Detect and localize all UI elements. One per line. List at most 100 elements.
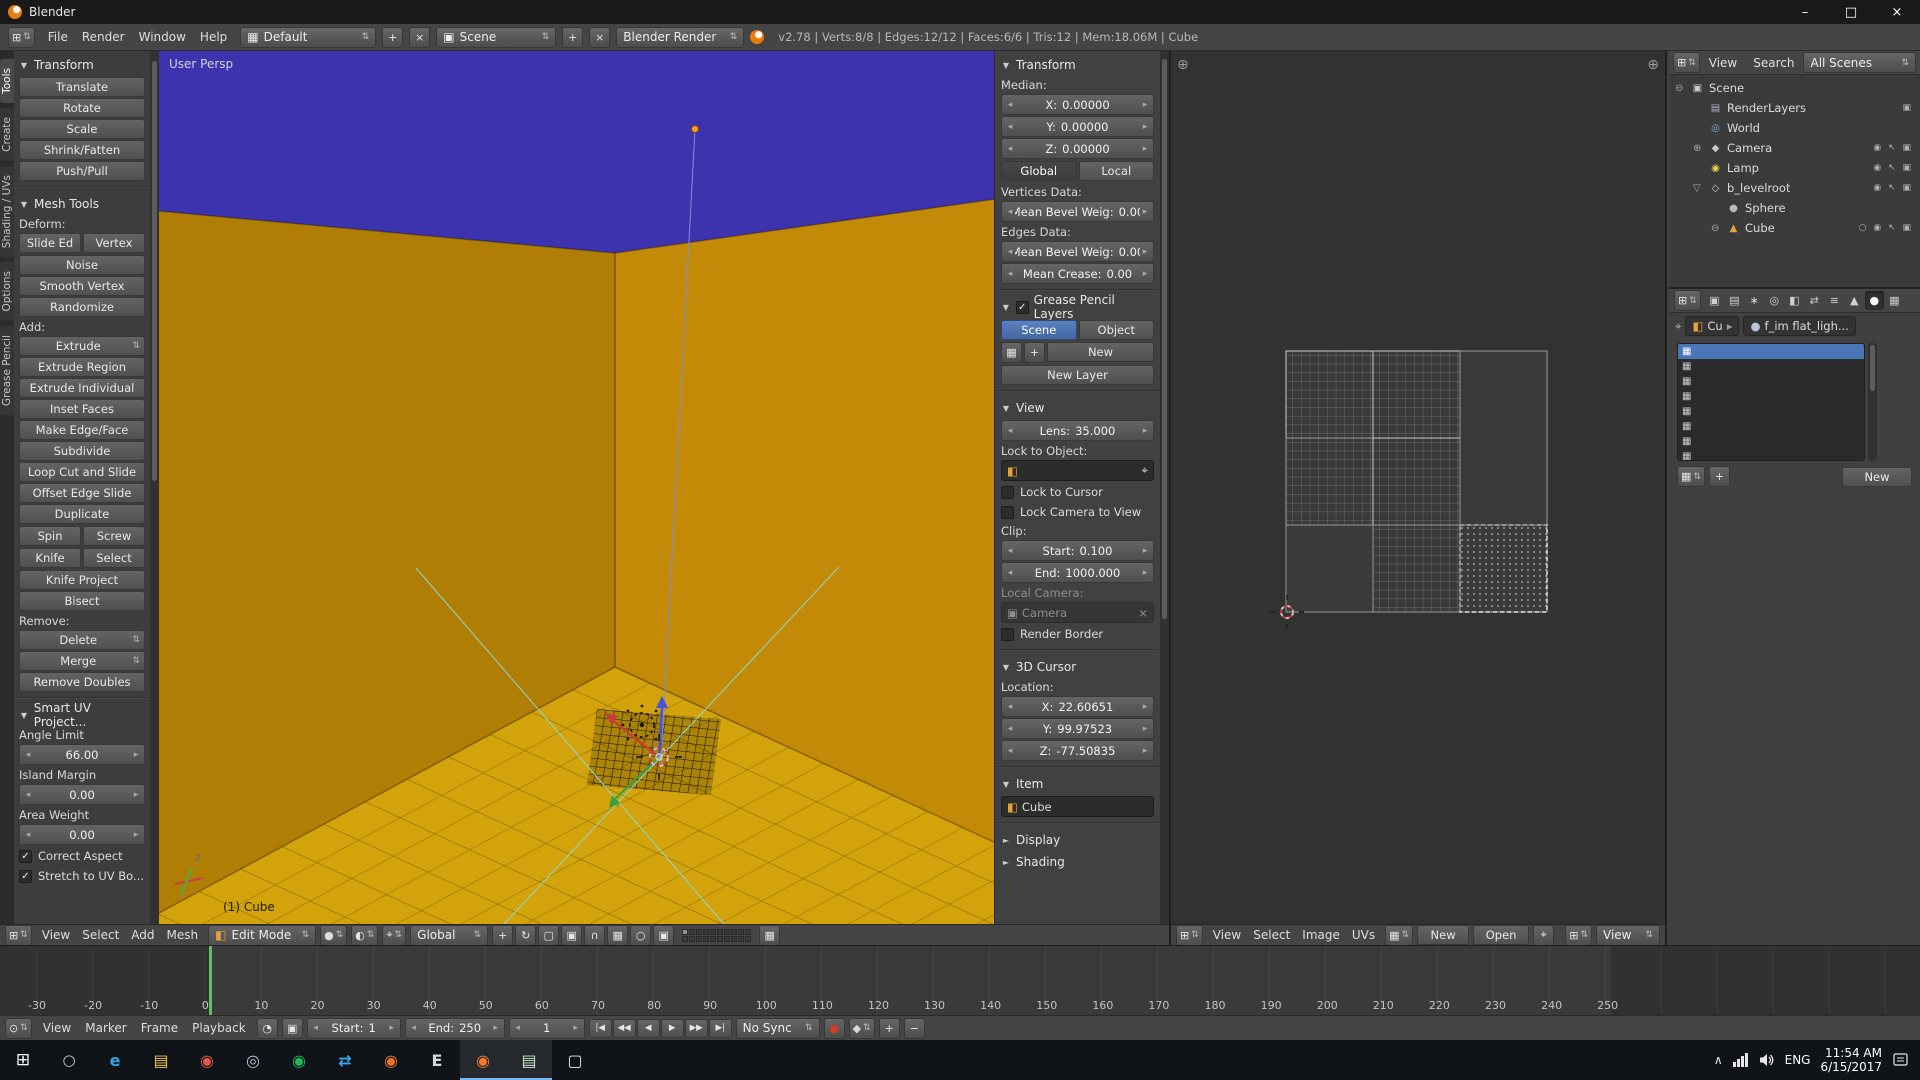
tool-button[interactable]: Randomize bbox=[19, 297, 145, 317]
play-reverse-button[interactable]: ◀ bbox=[637, 1019, 660, 1038]
viewport-menu-item[interactable]: Add bbox=[125, 925, 160, 945]
npanel-scrollbar[interactable] bbox=[1160, 51, 1169, 924]
tool-button[interactable]: Vertex bbox=[83, 233, 145, 253]
region-expand-icon[interactable]: ⊕ bbox=[1177, 57, 1189, 73]
operator-number-field[interactable]: ◂ 66.00 ▸ bbox=[19, 744, 145, 765]
timeline-menu-item[interactable]: Playback bbox=[185, 1017, 253, 1039]
new-material-button[interactable]: New bbox=[1842, 467, 1912, 487]
taskbar-blender-icon[interactable]: ◉ bbox=[460, 1040, 506, 1080]
material-slot[interactable]: ▦ bbox=[1678, 404, 1864, 419]
menubar-item[interactable]: File bbox=[41, 26, 75, 48]
material-slot[interactable]: ▦ bbox=[1678, 419, 1864, 434]
slot-list-scrollbar[interactable] bbox=[1868, 343, 1877, 461]
uv-canvas[interactable]: ⊕ ⊕ bbox=[1171, 51, 1665, 924]
manipulator-space-icon[interactable]: ▣ bbox=[561, 925, 582, 946]
outliner-row[interactable]: ▽ ◇ b_levelroot ◉ ↖ ▣ bbox=[1669, 178, 1920, 198]
material-browse-button[interactable]: ▦ ⇅ bbox=[1677, 466, 1705, 487]
toolshelf-tab[interactable]: Create bbox=[0, 108, 14, 161]
open-image-button[interactable]: Open bbox=[1473, 925, 1529, 945]
occlude-geometry-icon[interactable]: ▣ bbox=[653, 925, 674, 946]
tool-button[interactable]: Knife Project bbox=[19, 570, 145, 590]
expander-icon[interactable]: ⊖ bbox=[1711, 223, 1726, 234]
material-slot[interactable]: ▦ bbox=[1678, 449, 1864, 461]
new-layer-button[interactable]: New Layer bbox=[1001, 365, 1154, 385]
tool-button[interactable]: Smooth Vertex bbox=[19, 276, 145, 296]
transform-space-button[interactable]: Global bbox=[1001, 161, 1077, 181]
breadcrumb-material[interactable]: ● f_im flat_ligh... bbox=[1743, 316, 1855, 336]
close-button[interactable]: × bbox=[1874, 0, 1920, 24]
play-button[interactable]: ▶ bbox=[661, 1019, 684, 1038]
speaker-icon[interactable] bbox=[1759, 1053, 1775, 1067]
tool-menu-button[interactable]: Delete ⇅ bbox=[19, 630, 145, 650]
edge-data-field[interactable]: ◂ Mean Crease:0.00 ▸ bbox=[1001, 263, 1154, 284]
median-number-field[interactable]: ◂ Z:0.00000 ▸ bbox=[1001, 138, 1154, 159]
grease-pencil-checkbox[interactable]: ✓ bbox=[1016, 301, 1029, 314]
outliner-row[interactable]: ◎ World bbox=[1669, 118, 1920, 138]
add-slot-button[interactable]: + bbox=[1709, 466, 1730, 487]
tool-button[interactable]: Extrude Region bbox=[19, 357, 145, 377]
jump-prev-keyframe-button[interactable]: ◀◀ bbox=[613, 1019, 636, 1038]
toolshelf-scrollbar[interactable] bbox=[150, 51, 159, 924]
operator-number-field[interactable]: ◂ 0.00 ▸ bbox=[19, 784, 145, 805]
hidden-icons-chevron[interactable]: ∧ bbox=[1714, 1053, 1723, 1067]
view-panel-header[interactable]: ▼ View bbox=[1001, 397, 1154, 419]
expander-icon[interactable]: ⊖ bbox=[1675, 83, 1690, 94]
frame-start-field[interactable]: ◂ Start:1 ▸ bbox=[307, 1018, 401, 1039]
outliner-search-menu[interactable]: Search bbox=[1746, 52, 1801, 74]
use-preview-range-icon[interactable]: ◔ bbox=[257, 1018, 278, 1039]
jump-to-start-button[interactable]: |◀ bbox=[589, 1019, 612, 1038]
median-number-field[interactable]: ◂ X:0.00000 ▸ bbox=[1001, 94, 1154, 115]
tool-button[interactable]: Scale bbox=[19, 119, 145, 139]
expander-icon[interactable]: ▽ bbox=[1693, 183, 1708, 194]
new-image-button[interactable]: New bbox=[1417, 925, 1469, 945]
grease-pencil-panel-header[interactable]: ▼ ✓ Grease Pencil Layers bbox=[1001, 296, 1154, 318]
mesh-tools-panel-header[interactable]: ▼ Mesh Tools bbox=[19, 193, 145, 215]
grease-pencil-source-button[interactable]: Object bbox=[1079, 320, 1155, 340]
editor-type-button[interactable]: ⊙ ⇅ bbox=[5, 1018, 32, 1039]
tool-button[interactable]: Slide Ed bbox=[19, 233, 81, 253]
transform-space-button[interactable]: Local bbox=[1079, 161, 1155, 181]
outliner-row[interactable]: ⊖ ▣ Scene bbox=[1669, 78, 1920, 98]
constraints-tab[interactable]: ⇄ bbox=[1805, 291, 1824, 310]
delete-layout-button[interactable]: × bbox=[409, 27, 430, 48]
material-slot[interactable]: ▦ bbox=[1678, 374, 1864, 389]
tool-button[interactable]: Make Edge/Face bbox=[19, 420, 145, 440]
jump-next-keyframe-button[interactable]: ▶▶ bbox=[685, 1019, 708, 1038]
material-slot[interactable]: ▦ bbox=[1678, 344, 1864, 359]
matcap-selector[interactable]: ◐ ⇅ bbox=[351, 925, 378, 946]
maximize-button[interactable]: □ bbox=[1828, 0, 1874, 24]
network-icon[interactable] bbox=[1733, 1053, 1749, 1067]
current-frame-field[interactable]: ◂ 1 ▸ bbox=[509, 1018, 585, 1039]
timeline-ruler[interactable]: -30-20-100102030405060708090100110120130… bbox=[0, 946, 1920, 1015]
keying-set-selector[interactable]: ◆ ⇅ bbox=[849, 1018, 875, 1039]
scene-tab[interactable]: ∗ bbox=[1745, 291, 1764, 310]
outliner-row[interactable]: ▤ RenderLayers ▣ bbox=[1669, 98, 1920, 118]
vertex-data-field[interactable]: ◂ Mean Bevel Weig:0.00 ▸ bbox=[1001, 201, 1154, 222]
jump-to-end-button[interactable]: ▶| bbox=[709, 1019, 732, 1038]
toolshelf-tab[interactable]: Tools bbox=[0, 59, 14, 103]
object-name-field[interactable]: ◧ Cube bbox=[1001, 796, 1154, 817]
restrict-toggles[interactable]: ◉ ↖ ▣ bbox=[1873, 163, 1920, 173]
delete-keyframe-button[interactable]: − bbox=[904, 1018, 925, 1039]
tool-button[interactable]: Duplicate bbox=[19, 504, 145, 524]
screen-layout-selector[interactable]: ▦ Default ⇅ bbox=[240, 27, 376, 48]
taskbar-edge-icon[interactable]: e bbox=[92, 1040, 138, 1080]
texture-tab[interactable]: ▦ bbox=[1885, 291, 1904, 310]
tool-button[interactable]: Screw bbox=[83, 526, 145, 546]
tool-button[interactable]: Translate bbox=[19, 77, 145, 97]
object-data-tab[interactable]: ▲ bbox=[1845, 291, 1864, 310]
viewport-menu-item[interactable]: Select bbox=[76, 925, 125, 945]
timeline-menu-item[interactable]: Marker bbox=[78, 1017, 133, 1039]
taskbar-clock[interactable]: 11:54 AM 6/15/2017 bbox=[1820, 1046, 1882, 1074]
shading-panel-header[interactable]: ► Shading bbox=[1001, 851, 1154, 873]
lock-time-icon[interactable]: ▣ bbox=[282, 1018, 303, 1039]
tool-button[interactable]: Extrude Individual bbox=[19, 378, 145, 398]
layers-widget[interactable] bbox=[682, 929, 751, 942]
menubar-item[interactable]: Help bbox=[193, 26, 234, 48]
outliner-row[interactable]: ◉ Lamp ◉ ↖ ▣ bbox=[1669, 158, 1920, 178]
cursor-location-field[interactable]: ◂ Z:-77.50835 ▸ bbox=[1001, 740, 1154, 761]
taskbar-chrome-icon[interactable]: ◉ bbox=[184, 1040, 230, 1080]
grease-pencil-source-button[interactable]: Scene bbox=[1001, 320, 1077, 340]
remove-doubles-button[interactable]: Remove Doubles bbox=[19, 672, 145, 692]
viewport-menu-item[interactable]: View bbox=[36, 925, 76, 945]
